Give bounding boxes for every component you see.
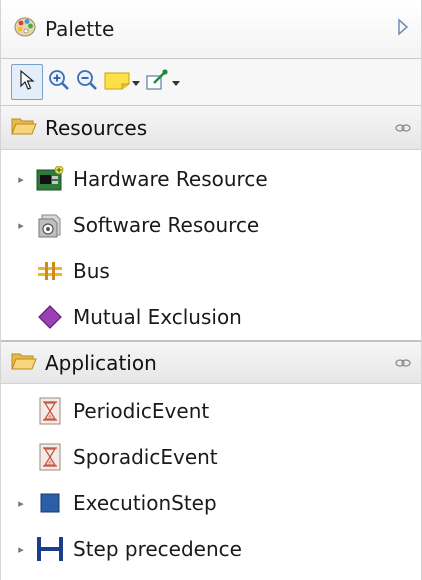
palette-item-label: Hardware Resource bbox=[73, 167, 268, 191]
zoom-out-icon bbox=[75, 68, 99, 96]
expand-arrow-icon[interactable]: ▸ bbox=[15, 219, 27, 232]
hourglass-icon bbox=[35, 442, 65, 472]
palette-item-label: Software Resource bbox=[73, 213, 260, 237]
zoom-out-tool[interactable] bbox=[75, 65, 99, 99]
chevron-down-icon[interactable] bbox=[131, 73, 141, 92]
resources-list: ▸ Hardware Resource ▸ Software Resource … bbox=[1, 150, 421, 340]
collapse-arrow-icon[interactable] bbox=[395, 18, 411, 40]
palette-item-step-precedence[interactable]: ▸ Step precedence bbox=[1, 526, 421, 572]
connection-tool[interactable] bbox=[145, 65, 181, 99]
palette-item-software-resource[interactable]: ▸ Software Resource bbox=[1, 202, 421, 248]
palette-item-execution-step[interactable]: ▸ ExecutionStep bbox=[1, 480, 421, 526]
bus-icon bbox=[35, 256, 65, 286]
zoom-in-icon bbox=[47, 68, 71, 96]
palette-item-periodic-event[interactable]: ▸ PeriodicEvent bbox=[1, 388, 421, 434]
folder-open-icon bbox=[11, 116, 37, 140]
drawer-resources-label: Resources bbox=[45, 115, 148, 140]
pin-drawer-icon[interactable] bbox=[395, 353, 411, 372]
palette-item-mutual-exclusion[interactable]: ▸ Mutual Exclusion bbox=[1, 294, 421, 340]
chevron-down-icon[interactable] bbox=[171, 73, 181, 92]
palette-item-sporadic-event[interactable]: ▸ SporadicEvent bbox=[1, 434, 421, 480]
pin-icon bbox=[145, 68, 171, 96]
select-tool[interactable] bbox=[11, 64, 43, 100]
palette-toolbar bbox=[1, 58, 421, 106]
hardware-resource-icon bbox=[35, 164, 65, 194]
palette-title: Palette bbox=[45, 17, 115, 41]
mutual-exclusion-icon bbox=[35, 302, 65, 332]
note-tool[interactable] bbox=[103, 65, 141, 99]
palette-item-label: SporadicEvent bbox=[73, 445, 218, 469]
palette-item-label: ExecutionStep bbox=[73, 491, 217, 515]
palette-item-label: PeriodicEvent bbox=[73, 399, 210, 423]
palette-item-bus[interactable]: ▸ Bus bbox=[1, 248, 421, 294]
hourglass-icon bbox=[35, 396, 65, 426]
palette-view: Palette Resources ▸ Hardware Resource ▸ … bbox=[0, 0, 422, 580]
expand-arrow-icon[interactable]: ▸ bbox=[15, 497, 27, 510]
execution-step-icon bbox=[35, 488, 65, 518]
palette-item-hardware-resource[interactable]: ▸ Hardware Resource bbox=[1, 156, 421, 202]
arrow-cursor-icon bbox=[18, 69, 36, 95]
drawer-resources-header[interactable]: Resources bbox=[1, 106, 421, 150]
note-icon bbox=[103, 69, 131, 95]
expand-arrow-icon[interactable]: ▸ bbox=[15, 173, 27, 186]
software-resource-icon bbox=[35, 210, 65, 240]
palette-item-label: Step precedence bbox=[73, 537, 242, 561]
zoom-in-tool[interactable] bbox=[47, 65, 71, 99]
application-list: ▸ PeriodicEvent ▸ bbox=[1, 384, 421, 572]
expand-arrow-icon[interactable]: ▸ bbox=[15, 543, 27, 556]
drawer-application-header[interactable]: Application bbox=[1, 340, 421, 384]
drawer-application-label: Application bbox=[45, 350, 157, 375]
pin-drawer-icon[interactable] bbox=[395, 118, 411, 137]
palette-item-label: Bus bbox=[73, 259, 110, 283]
folder-open-icon bbox=[11, 351, 37, 375]
palette-header: Palette bbox=[1, 0, 421, 58]
palette-item-label: Mutual Exclusion bbox=[73, 305, 242, 329]
step-precedence-icon bbox=[35, 534, 65, 564]
palette-icon bbox=[13, 15, 37, 43]
